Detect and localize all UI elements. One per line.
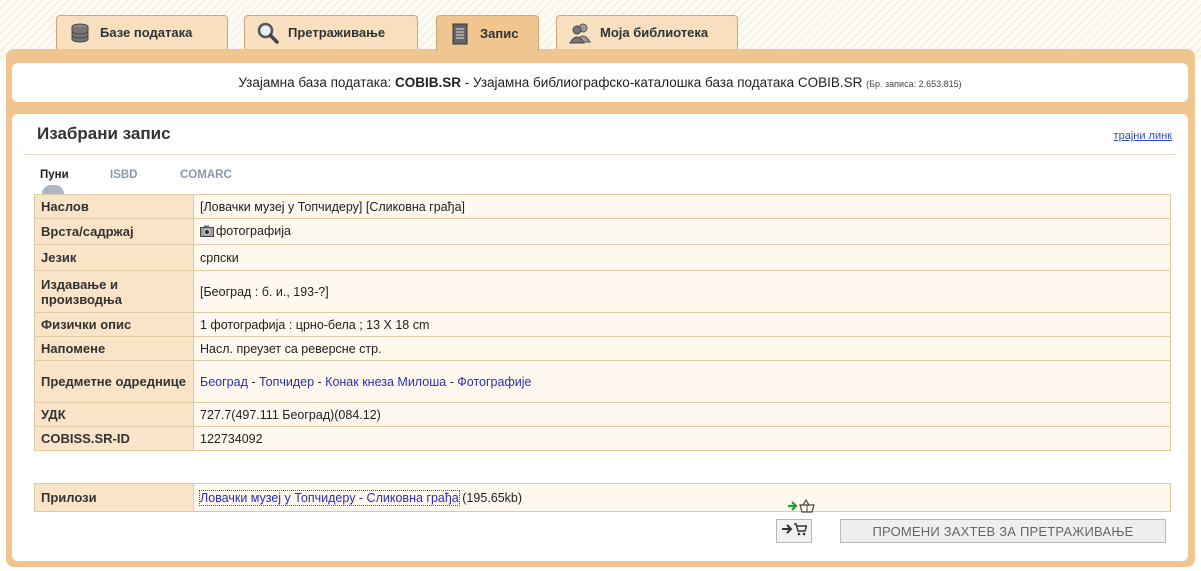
camera-icon	[200, 225, 214, 240]
subject-separator: -	[247, 374, 259, 389]
tab-label: Претраживање	[288, 25, 386, 40]
active-tab-indicator	[42, 185, 64, 194]
permalink-link[interactable]: трајни линк	[1114, 130, 1172, 142]
subject-separator: -	[314, 374, 326, 389]
document-icon	[447, 22, 473, 46]
field-label: Наслов	[34, 194, 194, 219]
tab-label: Моја библиотека	[600, 25, 709, 40]
field-value: српски	[193, 244, 1171, 271]
field-label: Издавање и производња	[34, 270, 194, 313]
field-label: Физички опис	[34, 312, 194, 337]
field-value: 727.7(497.111 Београд)(084.12)	[193, 402, 1171, 427]
type-value: фотографија	[216, 223, 291, 238]
divider	[24, 154, 1176, 155]
subject-link[interactable]: Београд	[200, 375, 248, 389]
database-icon	[67, 21, 93, 45]
field-value: [Ловачки музеј у Топчидеру] [Сликовна гр…	[193, 194, 1171, 219]
tab-my-library[interactable]: Моја библиотека	[556, 15, 738, 49]
table-row: Издавање и производња [Београд : б. и., …	[34, 270, 1171, 313]
field-label: Предметне одреднице	[34, 360, 194, 403]
tab-label: Базе података	[100, 25, 193, 40]
record-count: (Бр. записа: 2.653.815)	[866, 79, 962, 89]
subject-link[interactable]: Топчидер	[259, 375, 314, 389]
table-row: Напомене Насл. преузет са реверсне стр.	[34, 336, 1171, 361]
table-row: Наслов [Ловачки музеј у Топчидеру] [Слик…	[34, 194, 1171, 219]
subject-link[interactable]: Конак кнеза Милоша	[325, 375, 446, 389]
tab-record[interactable]: Запис	[436, 15, 539, 51]
record-panel: Изабрани запис трајни линк Пуни ISBD COM…	[12, 114, 1188, 561]
field-label: COBISS.SR-ID	[34, 426, 194, 451]
field-value: Београд - Топчидер - Конак кнеза Милоша …	[193, 360, 1171, 403]
table-row: COBISS.SR-ID 122734092	[34, 426, 1171, 451]
table-row: УДК 727.7(497.111 Београд)(084.12)	[34, 402, 1171, 427]
add-to-cart-button[interactable]	[776, 519, 812, 543]
subtab-comarc[interactable]: COMARC	[180, 169, 232, 181]
attachment-link[interactable]: Ловачки музеј у Топчидеру - Сликовна гра…	[199, 489, 460, 506]
attachments-table: Прилози Ловачки музеј у Топчидеру - Слик…	[34, 483, 1171, 512]
panel-title: Изабрани запис	[37, 124, 171, 143]
field-value: [Београд : б. и., 193-?]	[193, 270, 1171, 313]
field-label: Напомене	[34, 336, 194, 361]
tab-search[interactable]: Претраживање	[244, 15, 418, 49]
table-row: Физички опис 1 фотографија : црно-бела ;…	[34, 312, 1171, 337]
tab-databases[interactable]: Базе података	[56, 15, 228, 49]
magnifier-icon	[255, 21, 281, 45]
subject-separator: -	[446, 374, 458, 389]
users-icon	[567, 21, 593, 45]
subtab-isbd[interactable]: ISBD	[110, 169, 137, 181]
field-label: Језик	[34, 244, 194, 271]
add-to-basket-icon[interactable]	[787, 498, 817, 513]
database-code: COBIB.SR	[394, 75, 461, 90]
table-row: Језик српски	[34, 244, 1171, 271]
field-label: Прилози	[34, 483, 194, 512]
attachment-size: (195.65kb)	[462, 490, 523, 505]
database-name: Узајамна библиографско-каталошка база по…	[473, 75, 863, 90]
field-value: 1 фотографија : црно-бела ; 13 X 18 cm	[193, 312, 1171, 337]
change-search-button[interactable]: ПРОМЕНИ ЗАХТЕВ ЗА ПРЕТРАЖИВАЊЕ	[840, 519, 1166, 543]
field-value: 122734092	[193, 426, 1171, 451]
database-info-bar: Узајамна база података: COBIB.SR - Узаја…	[12, 63, 1188, 102]
field-label: Врста/садржај	[34, 218, 194, 245]
database-prefix: Узајамна база података:	[238, 75, 392, 90]
table-row: Прилози Ловачки музеј у Топчидеру - Слик…	[34, 483, 1171, 512]
table-row: Врста/садржај фотографија	[34, 218, 1171, 245]
subject-link[interactable]: Фотографије	[457, 375, 531, 389]
database-separator: -	[464, 75, 470, 90]
cart-icon	[781, 522, 808, 541]
tab-label: Запис	[480, 26, 519, 41]
field-value: Ловачки музеј у Топчидеру - Сликовна гра…	[193, 483, 1171, 512]
field-label: УДК	[34, 402, 194, 427]
table-row: Предметне одреднице Београд - Топчидер -…	[34, 360, 1171, 403]
record-table: Наслов [Ловачки музеј у Топчидеру] [Слик…	[34, 194, 1171, 451]
field-value: Насл. преузет са реверсне стр.	[193, 336, 1171, 361]
subtab-full[interactable]: Пуни	[40, 169, 69, 181]
field-value: фотографија	[193, 218, 1171, 245]
